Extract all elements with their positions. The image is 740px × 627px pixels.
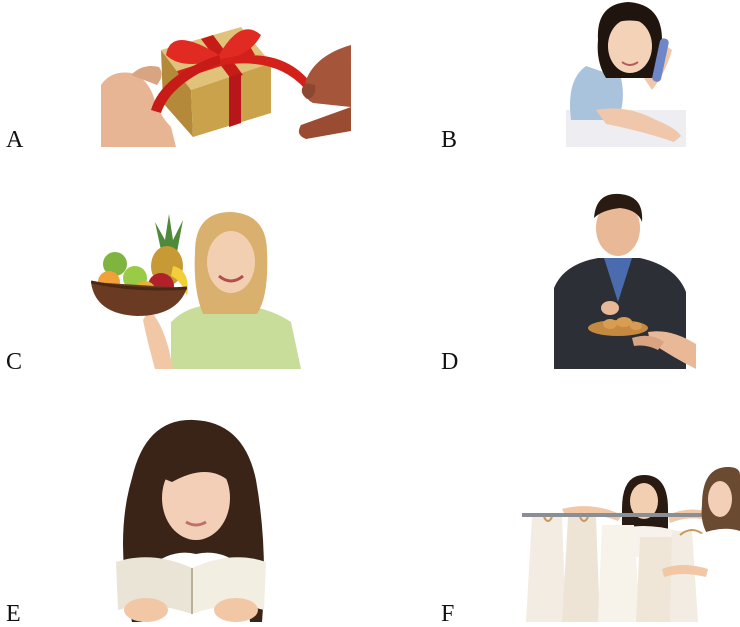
option-label-b: B	[441, 127, 458, 153]
phone-call-illustration	[566, 2, 686, 147]
snack-plate-illustration	[554, 193, 696, 369]
reading-book-illustration	[116, 419, 266, 622]
phone-call-picture	[566, 0, 686, 147]
gift-box-picture	[101, 15, 351, 147]
option-label-f: F	[441, 601, 455, 627]
clothes-shopping-picture	[522, 465, 740, 622]
snack-plate-picture	[554, 192, 696, 369]
fruit-bowl-picture	[91, 210, 307, 369]
option-label-e: E	[6, 601, 21, 627]
gift-box-illustration	[101, 27, 351, 147]
clothes-shopping-illustration	[522, 467, 740, 622]
option-label-c: C	[6, 349, 23, 375]
option-label-a: A	[6, 127, 24, 153]
option-label-d: D	[441, 349, 459, 375]
fruit-bowl-illustration	[91, 212, 301, 369]
reading-book-picture	[112, 418, 272, 622]
